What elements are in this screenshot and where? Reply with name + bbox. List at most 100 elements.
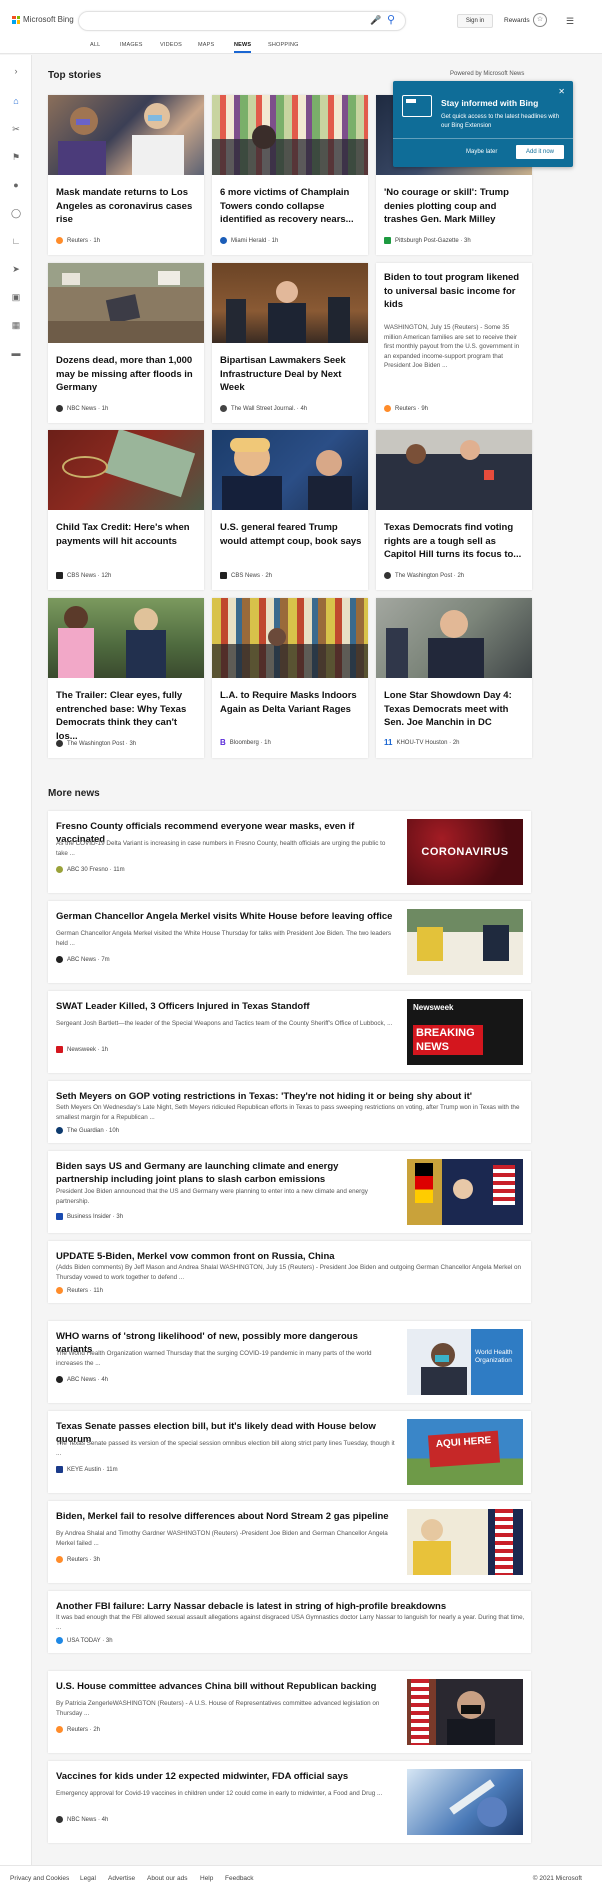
news-source: USA TODAY · 3h [56,1637,113,1644]
news-item[interactable]: WHO warns of 'strong likelihood' of new,… [48,1321,531,1403]
globe-icon[interactable]: ◯ [10,207,22,219]
reuters-icon [56,1726,63,1733]
story-headline[interactable]: Mask mandate returns to Los Angeles as c… [56,186,198,227]
rewards-label[interactable]: Rewards [504,17,530,24]
news-item[interactable]: SWAT Leader Killed, 3 Officers Injured i… [48,991,531,1073]
news-headline[interactable]: UPDATE 5-Biden, Merkel vow common front … [56,1250,526,1263]
footer-link-feedback[interactable]: Feedback [225,1875,254,1882]
story-card[interactable]: 6 more victims of Champlain Towers condo… [212,95,368,255]
copyright: © 2021 Microsoft [532,1875,582,1882]
close-icon[interactable]: ✕ [558,87,565,96]
story-headline[interactable]: 6 more victims of Champlain Towers condo… [220,186,362,227]
tab-shopping[interactable]: SHOPPING [268,42,299,48]
film-icon[interactable]: ▣ [10,291,22,303]
news-item[interactable]: Biden, Merkel fail to resolve difference… [48,1501,531,1583]
news-item[interactable]: Biden says US and Germany are launching … [48,1151,531,1233]
story-card[interactable]: The Trailer: Clear eyes, fully entrenche… [48,598,204,758]
microphone-icon[interactable]: 🎤 [370,15,381,26]
story-card[interactable]: Child Tax Credit: Here's when payments w… [48,430,204,590]
story-headline[interactable]: L.A. to Require Masks Indoors Again as D… [220,689,362,716]
flag-icon[interactable]: ⚑ [10,151,22,163]
rewards-trophy-icon[interactable]: ☆ [533,13,547,27]
news-item[interactable]: Texas Senate passes election bill, but i… [48,1411,531,1493]
story-image [48,95,204,175]
building-icon[interactable]: ▦ [10,319,22,331]
story-headline[interactable]: U.S. general feared Trump would attempt … [220,521,362,548]
story-headline[interactable]: Texas Democrats find voting rights are a… [384,521,526,562]
story-headline[interactable]: Lone Star Showdown Day 4: Texas Democrat… [384,689,526,730]
news-item[interactable]: German Chancellor Angela Merkel visits W… [48,901,531,983]
search-input[interactable] [78,11,406,31]
news-source: ABC 30 Fresno · 11m [56,866,125,873]
story-image [212,430,368,510]
news-item[interactable]: U.S. House committee advances China bill… [48,1671,531,1753]
news-headline[interactable]: Seth Meyers on GOP voting restrictions i… [56,1090,526,1103]
footer-link-privacy[interactable]: Privacy and Cookies [10,1875,69,1882]
news-headline[interactable]: SWAT Leader Killed, 3 Officers Injured i… [56,1000,396,1013]
tab-maps[interactable]: MAPS [198,42,214,48]
story-source: Miami Herald · 1h [220,237,278,244]
news-headline[interactable]: Biden, Merkel fail to resolve difference… [56,1510,396,1523]
story-card[interactable]: U.S. general feared Trump would attempt … [212,430,368,590]
story-card[interactable]: Mask mandate returns to Los Angeles as c… [48,95,204,255]
chart-icon[interactable]: ∟ [10,235,22,247]
story-card[interactable]: Texas Democrats find voting rights are a… [376,430,532,590]
story-headline[interactable]: 'No courage or skill': Trump denies plot… [384,186,526,227]
tab-videos[interactable]: VIDEOS [160,42,182,48]
news-headline[interactable]: Biden says US and Germany are launching … [56,1160,386,1186]
news-image [407,1679,523,1745]
story-card[interactable]: Dozens dead, more than 1,000 may be miss… [48,263,204,423]
tab-news[interactable]: NEWS [234,42,252,53]
news-item[interactable]: Another FBI failure: Larry Nassar debacl… [48,1591,531,1653]
news-item[interactable]: UPDATE 5-Biden, Merkel vow common front … [48,1241,531,1303]
story-headline[interactable]: Dozens dead, more than 1,000 may be miss… [56,354,198,395]
news-item[interactable]: Fresno County officials recommend everyo… [48,811,531,893]
story-headline[interactable]: The Trailer: Clear eyes, fully entrenche… [56,689,198,743]
business-insider-icon [56,1213,63,1220]
microsoft-logo-icon [12,15,20,24]
news-headline[interactable]: Vaccines for kids under 12 expected midw… [56,1770,396,1783]
card-icon[interactable]: ▬ [10,347,22,359]
browser-extension-icon [402,95,432,117]
news-headline[interactable]: German Chancellor Angela Merkel visits W… [56,910,396,923]
story-card[interactable]: Bipartisan Lawmakers Seek Infrastructure… [212,263,368,423]
popup-text: Get quick access to the latest headlines… [441,114,560,129]
news-item[interactable]: Vaccines for kids under 12 expected midw… [48,1761,531,1843]
reuters-icon [56,237,63,244]
more-news-title: More news [48,788,100,799]
news-snippet: The Texas Senate passed its version of t… [56,1440,395,1457]
story-card[interactable]: Biden to tout program likened to univers… [376,263,532,423]
story-headline[interactable]: Bipartisan Lawmakers Seek Infrastructure… [220,354,362,395]
footer-link-help[interactable]: Help [200,1875,213,1882]
tab-all[interactable]: ALL [90,42,100,48]
search-icon[interactable]: ⚲ [387,13,395,26]
story-source: Reuters · 1h [56,237,100,244]
rocket-icon[interactable]: ➤ [10,263,22,275]
news-headline[interactable]: Another FBI failure: Larry Nassar debacl… [56,1600,526,1613]
bing-logo[interactable]: Microsoft Bing [12,15,74,24]
story-source: NBC News · 1h [56,405,108,412]
news-source: ABC News · 7m [56,956,110,963]
news-item[interactable]: Seth Meyers on GOP voting restrictions i… [48,1081,531,1143]
hamburger-menu-icon[interactable]: ☰ [566,16,574,27]
footer-link-advertise[interactable]: Advertise [108,1875,135,1882]
home-icon[interactable]: ⌂ [10,95,22,107]
footer-link-about-ads[interactable]: About our ads [147,1875,187,1882]
nbc-icon [56,405,63,412]
maybe-later-button[interactable]: Maybe later [466,149,497,155]
footer: Privacy and Cookies Legal Advertise Abou… [0,1865,602,1889]
scissors-icon[interactable]: ✂ [10,123,22,135]
story-card[interactable]: L.A. to Require Masks Indoors Again as D… [212,598,368,758]
location-pin-icon[interactable]: ● [10,179,22,191]
story-headline[interactable]: Child Tax Credit: Here's when payments w… [56,521,198,548]
story-headline[interactable]: Biden to tout program likened to univers… [384,271,526,312]
add-it-now-button[interactable]: Add it now [516,145,564,159]
footer-link-legal[interactable]: Legal [80,1875,96,1882]
story-card[interactable]: Lone Star Showdown Day 4: Texas Democrat… [376,598,532,758]
expand-chevron-icon[interactable]: › [10,65,22,77]
sign-in-button[interactable]: Sign in [457,14,493,28]
keye-icon [56,1466,63,1473]
tab-images[interactable]: IMAGES [120,42,143,48]
news-snippet: By Patricia ZengerleWASHINGTON (Reuters)… [56,1700,380,1717]
news-headline[interactable]: U.S. House committee advances China bill… [56,1680,396,1693]
